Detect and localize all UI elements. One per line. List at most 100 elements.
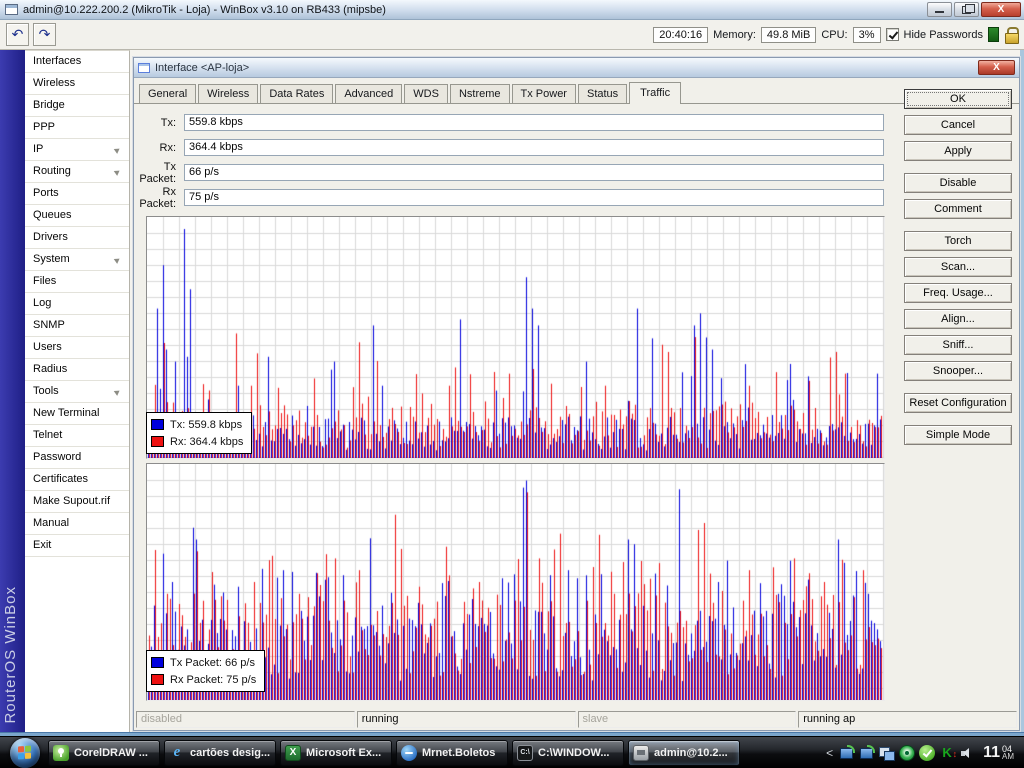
tab-data-rates[interactable]: Data Rates [260, 84, 334, 103]
tab-status[interactable]: Status [577, 84, 628, 103]
sidebar-item-password[interactable]: Password [25, 447, 129, 469]
sidebar-item-interfaces[interactable]: Interfaces [25, 51, 129, 73]
snooper-button[interactable]: Snooper... [904, 361, 1012, 381]
taskbar-clock[interactable]: 11 04 AM [983, 744, 1014, 762]
sidebar-item-ppp[interactable]: PPP [25, 117, 129, 139]
sniff-button[interactable]: Sniff... [904, 335, 1012, 355]
tab-general[interactable]: General [139, 84, 197, 103]
tx-packet-legend-text: Tx Packet: 66 p/s [170, 656, 255, 669]
wireless-network-icon[interactable] [839, 744, 856, 761]
dialog-close-button[interactable] [978, 60, 1015, 75]
torch-button[interactable]: Torch [904, 231, 1012, 251]
taskbar-button-mrnet-boletos[interactable]: Mrnet.Boletos [396, 739, 508, 766]
taskbar-button-c-window[interactable]: C:\WINDOW... [512, 739, 624, 766]
sidebar-item-tools[interactable]: Tools [25, 381, 129, 403]
redo-button[interactable]: ↷ [33, 23, 56, 46]
internet-explorer-icon [169, 745, 185, 761]
taskbar-button-coreldraw[interactable]: CorelDRAW ... [48, 739, 160, 766]
tab-wds[interactable]: WDS [404, 84, 448, 103]
taskbar-button-label: Microsoft Ex... [306, 746, 382, 759]
ok-button[interactable]: OK [904, 89, 1012, 109]
rx-field[interactable]: 364.4 kbps [184, 139, 884, 156]
window-controls [927, 2, 1021, 17]
sidebar-item-ip[interactable]: IP [25, 139, 129, 161]
sidebar-item-bridge[interactable]: Bridge [25, 95, 129, 117]
freq-usage-button[interactable]: Freq. Usage... [904, 283, 1012, 303]
undo-icon: ↶ [11, 26, 24, 42]
restore-button[interactable] [954, 2, 979, 17]
sidebar-item-exit[interactable]: Exit [25, 535, 129, 557]
sidebar-item-files[interactable]: Files [25, 271, 129, 293]
volume-icon[interactable] [959, 745, 975, 761]
sidebar-item-label: Bridge [33, 99, 65, 111]
k-updater-tray-icon[interactable] [939, 745, 958, 762]
undo-button[interactable]: ↶ [6, 23, 29, 46]
sidebar-item-manual[interactable]: Manual [25, 513, 129, 535]
rx-legend-text: Rx: 364.4 kbps [170, 435, 244, 448]
green-app-tray-icon[interactable] [899, 744, 916, 761]
rx-swatch-icon [151, 436, 164, 447]
rx-packet-label: Rx Packet: [139, 185, 176, 210]
traffic-indicator-icon [988, 27, 999, 42]
restore-icon [962, 4, 975, 14]
sidebar-item-certificates[interactable]: Certificates [25, 469, 129, 491]
sidebar-item-snmp[interactable]: SNMP [25, 315, 129, 337]
secure-session-lock-icon [1004, 27, 1019, 44]
reset-configuration-button[interactable]: Reset Configuration [904, 393, 1012, 413]
command-prompt-icon [517, 744, 533, 761]
start-button[interactable] [10, 737, 40, 768]
clock-ampm: AM [1002, 751, 1014, 761]
legend-row: Tx: 559.8 kbps [151, 416, 243, 433]
disable-button[interactable]: Disable [904, 173, 1012, 193]
sidebar-item-log[interactable]: Log [25, 293, 129, 315]
sidebar-item-users[interactable]: Users [25, 337, 129, 359]
cancel-button[interactable]: Cancel [904, 115, 1012, 135]
tab-nstreme[interactable]: Nstreme [449, 84, 510, 103]
dialog-titlebar[interactable]: Interface <AP-loja> [134, 58, 1019, 78]
taskbar-button-admin-10-2[interactable]: admin@10.2... [628, 739, 740, 766]
field-row: Tx: 559.8 kbps [134, 114, 894, 131]
align-button[interactable]: Align... [904, 309, 1012, 329]
tab-tx-power[interactable]: Tx Power [511, 84, 576, 103]
sidebar-item-wireless[interactable]: Wireless [25, 73, 129, 95]
rx-packet-field[interactable]: 75 p/s [184, 189, 884, 206]
status-running-ap: running ap [798, 711, 1017, 728]
tab-advanced[interactable]: Advanced [335, 84, 403, 103]
sidebar-item-queues[interactable]: Queues [25, 205, 129, 227]
field-row: Tx Packet: 66 p/s [134, 161, 894, 185]
tab-traffic[interactable]: Traffic [629, 82, 682, 104]
tab-wireless[interactable]: Wireless [198, 84, 259, 103]
sidebar-item-make-supout-rif[interactable]: Make Supout.rif [25, 491, 129, 513]
sidebar-item-system[interactable]: System [25, 249, 129, 271]
simple-mode-button[interactable]: Simple Mode [904, 425, 1012, 445]
comment-button[interactable]: Comment [904, 199, 1012, 219]
sidebar-item-label: Make Supout.rif [33, 495, 111, 507]
taskbar-button-microsoft-ex[interactable]: Microsoft Ex... [280, 739, 392, 766]
brand-strip: RouterOS WinBox [0, 50, 25, 732]
sidebar-item-label: Interfaces [33, 55, 82, 67]
wireless-network-icon[interactable] [859, 744, 876, 761]
scan-button[interactable]: Scan... [904, 257, 1012, 277]
minimize-button[interactable] [927, 2, 952, 17]
sidebar-item-label: Ports [33, 187, 59, 199]
hide-passwords-checkbox[interactable] [885, 28, 899, 41]
sidebar-item-label: New Terminal [33, 407, 100, 419]
sidebar-item-label: Certificates [33, 473, 89, 485]
close-button[interactable] [981, 2, 1021, 17]
antivirus-ok-icon[interactable] [919, 744, 936, 761]
dialog-statusbar: disabled running slave running ap [136, 711, 1017, 728]
sidebar-item-routing[interactable]: Routing [25, 161, 129, 183]
tx-field[interactable]: 559.8 kbps [184, 114, 884, 131]
tx-packet-field[interactable]: 66 p/s [184, 164, 884, 181]
sidebar-item-drivers[interactable]: Drivers [25, 227, 129, 249]
lan-network-icon[interactable] [879, 745, 896, 761]
sidebar-item-new-terminal[interactable]: New Terminal [25, 403, 129, 425]
sidebar-item-telnet[interactable]: Telnet [25, 425, 129, 447]
apply-button[interactable]: Apply [904, 141, 1012, 161]
tray-collapse-icon[interactable] [826, 746, 833, 760]
sidebar-item-label: IP [33, 143, 44, 155]
routeros-winbox-branding: RouterOS WinBox [2, 586, 19, 724]
taskbar-button-cart-es-desig[interactable]: cartões desig... [164, 739, 276, 766]
sidebar-item-radius[interactable]: Radius [25, 359, 129, 381]
sidebar-item-ports[interactable]: Ports [25, 183, 129, 205]
